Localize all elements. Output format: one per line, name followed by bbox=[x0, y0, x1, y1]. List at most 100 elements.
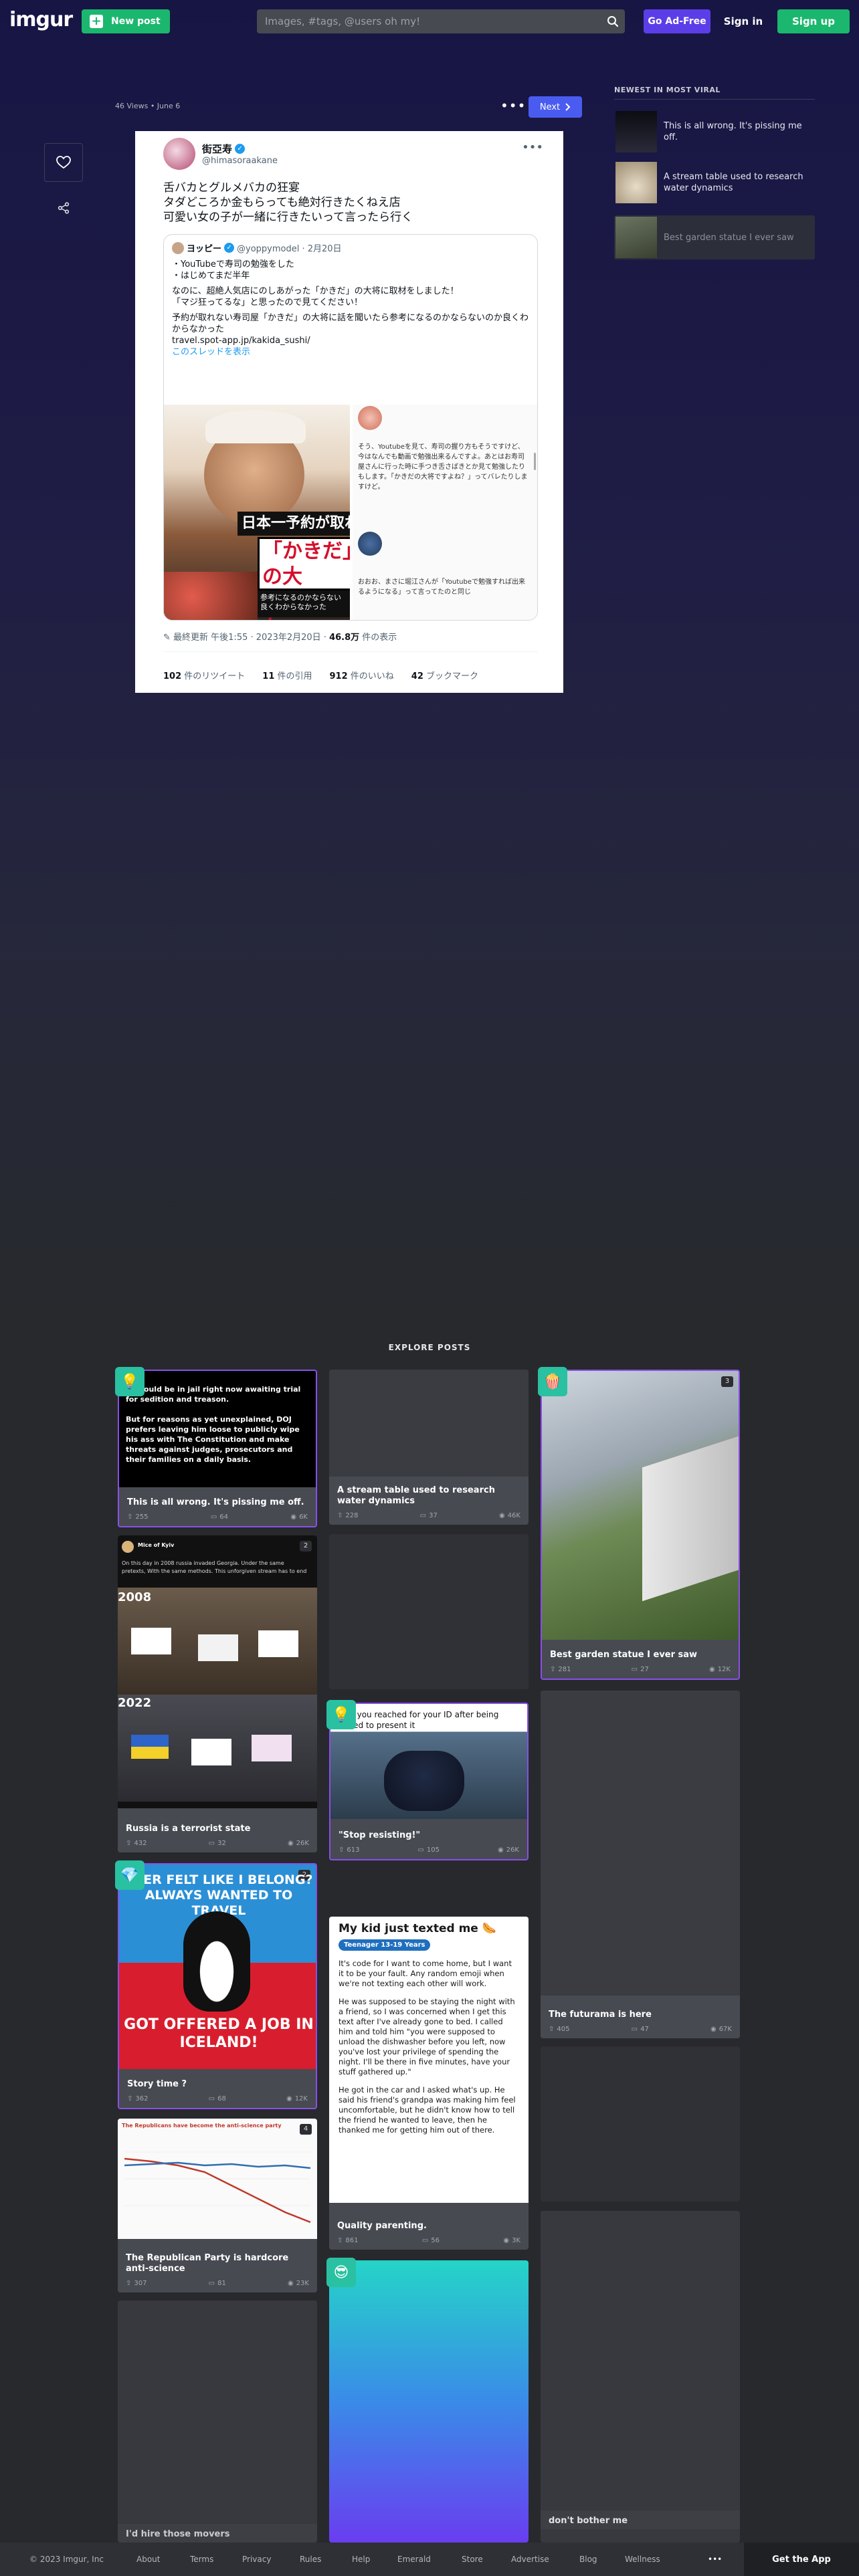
upvote-icon: ⇧ bbox=[126, 2280, 132, 2287]
next-post-button[interactable]: Next bbox=[529, 96, 582, 118]
comment-count: 56 bbox=[431, 2237, 440, 2244]
post-title: don't bother me bbox=[549, 2516, 628, 2526]
comment-icon: ▭ bbox=[419, 1512, 427, 1519]
go-ad-free-button[interactable]: Go Ad-Free bbox=[644, 9, 710, 33]
chart-title: The Republicans have become the anti-sci… bbox=[122, 2123, 282, 2129]
photo-2008: 2008 bbox=[118, 1588, 317, 1695]
post-card[interactable] bbox=[541, 2046, 740, 2202]
post-card[interactable] bbox=[329, 2260, 529, 2543]
comment-icon: ▭ bbox=[208, 2095, 215, 2103]
footer-link-rules[interactable]: Rules bbox=[300, 2555, 321, 2564]
post-card[interactable] bbox=[329, 1534, 529, 1689]
footer-link-emerald[interactable]: Emerald bbox=[397, 2555, 431, 2564]
footer-link-store[interactable]: Store bbox=[462, 2555, 483, 2564]
comment-icon: ▭ bbox=[631, 1666, 638, 1673]
post-card[interactable]: 2 EVER FELT LIKE I BELONG? ALWAYS WANTED… bbox=[118, 1863, 317, 2109]
sign-in-link[interactable]: Sign in bbox=[720, 9, 767, 33]
footer-link-blog[interactable]: Blog bbox=[579, 2555, 597, 2564]
views-icon: ◉ bbox=[497, 1846, 504, 1854]
footer-link-about[interactable]: About bbox=[136, 2555, 160, 2564]
post-thumbnail: My kid just texted me 🌭 Teenager 13-19 Y… bbox=[329, 1917, 529, 2203]
footer-link-advertise[interactable]: Advertise bbox=[511, 2555, 549, 2564]
tweet-timestamp: ✎ 最終更新 午後1:55 · 2023年2月20日 · 46.8万 件の表示 bbox=[163, 630, 397, 643]
search-input[interactable]: Images, #tags, @users oh my! bbox=[257, 15, 601, 27]
post-image[interactable]: 街亞寿 ✓ @himasoraakane ••• 舌バカとグルメバカの狂宴 タダど… bbox=[135, 131, 563, 693]
upvote-count: 281 bbox=[558, 1666, 571, 1673]
sign-up-button[interactable]: Sign up bbox=[777, 9, 850, 33]
post-card[interactable]: 2 Mice of Kyiv On this day in 2008 russi… bbox=[118, 1535, 317, 1852]
post-thumbnail bbox=[541, 2211, 740, 2543]
viral-thumbnail bbox=[615, 217, 657, 258]
get-the-app-button[interactable]: Get the App bbox=[744, 2543, 859, 2576]
quote-line: ・YouTubeで寿司の勉強をした bbox=[172, 259, 294, 270]
view-count: 12K bbox=[294, 2095, 308, 2103]
police-image bbox=[384, 1751, 464, 1811]
post-card[interactable]: ...should be in jail right now awaiting … bbox=[118, 1370, 317, 1527]
concrete-wall bbox=[642, 1434, 739, 1602]
post-thumbnail bbox=[329, 2260, 529, 2543]
interviewer-avatar bbox=[358, 532, 382, 556]
view-count: 46K bbox=[507, 1512, 520, 1519]
post-stats: ⇧ 281 ▭ 27 ◉ 12K bbox=[550, 1666, 731, 1673]
comment-icon: ▭ bbox=[208, 1840, 215, 1847]
divider bbox=[614, 99, 815, 100]
viral-thumbnail bbox=[615, 111, 657, 152]
post-card[interactable]: don't bother me bbox=[541, 2211, 740, 2543]
tag-badge: Teenager 13-19 Years bbox=[339, 1939, 431, 1951]
flag-sign bbox=[252, 1735, 292, 1761]
post-card[interactable]: My kid just texted me 🌭 Teenager 13-19 Y… bbox=[329, 1917, 529, 2250]
tweet-line: タダどころか金もらっても絶対行きたくねえ店 bbox=[163, 196, 401, 209]
sidebar-title: NEWEST IN MOST VIRAL bbox=[614, 86, 721, 94]
new-post-button[interactable]: + New post bbox=[82, 9, 170, 33]
tweet-stats: 102 件のリツイート 11 件の引用 912 件のいいね 42 ブックマーク bbox=[163, 669, 478, 681]
tweet-views-label: 件の表示 bbox=[359, 633, 397, 643]
imgur-logo[interactable]: imgur bbox=[9, 8, 73, 31]
quote-author-handle: @yoppymodel · 2月20日 bbox=[237, 244, 342, 254]
post-stats: ⇧ 307 ▭ 81 ◉ 23K bbox=[126, 2280, 309, 2287]
post-card[interactable]: I'd hire those movers bbox=[118, 2300, 317, 2543]
viral-item-title: A stream table used to research water dy… bbox=[664, 172, 803, 193]
viral-item[interactable]: A stream table used to research water dy… bbox=[614, 160, 815, 205]
upvote-icon: ⇧ bbox=[339, 1846, 345, 1854]
post-thumbnail: Me: you reached for your ID after being … bbox=[330, 1704, 527, 1819]
views-icon: ◉ bbox=[498, 1512, 505, 1519]
post-stats: ⇧ 255 ▭ 64 ◉ 6K bbox=[127, 1513, 308, 1521]
share-icon bbox=[58, 202, 70, 214]
footer-link-wellness[interactable]: Wellness bbox=[625, 2555, 660, 2564]
upvote-icon: ⇧ bbox=[549, 2026, 555, 2033]
comment-icon: ▭ bbox=[210, 1513, 217, 1521]
verified-icon: ✓ bbox=[224, 243, 235, 253]
post-card[interactable]: A stream table used to research water dy… bbox=[329, 1370, 529, 1525]
more-icon[interactable]: ••• bbox=[708, 2555, 722, 2564]
views-icon: ◉ bbox=[503, 2237, 510, 2244]
share-button[interactable] bbox=[51, 198, 76, 218]
like-count: 912 bbox=[329, 671, 348, 681]
footer-link-terms[interactable]: Terms bbox=[190, 2555, 213, 2564]
footer: © 2023 Imgur, Inc About Terms Privacy Ru… bbox=[0, 2543, 859, 2576]
heart-icon bbox=[56, 156, 71, 169]
post-title: The Republican Party is hardcore anti-sc… bbox=[126, 2253, 289, 2274]
post-meta: 46 Views • June 6 bbox=[115, 102, 181, 110]
image-count-badge: 2 bbox=[300, 1541, 312, 1551]
post-card[interactable]: The futurama is here ⇧ 405 ▭ 47 ◉ 67K bbox=[541, 1691, 740, 2038]
image-banner-2: 「かきだ」の大 話を聞いた bbox=[258, 537, 350, 620]
post-options-icon[interactable]: ••• bbox=[500, 98, 526, 114]
post-thumbnail: ...should be in jail right now awaiting … bbox=[119, 1371, 316, 1487]
search-icon[interactable] bbox=[601, 9, 625, 33]
view-count: 12K bbox=[717, 1666, 731, 1673]
post-card[interactable]: 3 Best garden statue I ever saw ⇧ 281 ▭ 27… bbox=[541, 1370, 740, 1680]
comment-count: 68 bbox=[217, 2095, 226, 2103]
post-card[interactable]: Me: you reached for your ID after being … bbox=[329, 1703, 529, 1860]
lightbulb-icon: 💡 bbox=[326, 1700, 356, 1729]
footer-link-help[interactable]: Help bbox=[352, 2555, 370, 2564]
retweet-count: 102 bbox=[163, 671, 182, 681]
post-card[interactable]: 4 The Republicans have become the anti-s… bbox=[118, 2119, 317, 2292]
favorite-button[interactable] bbox=[44, 143, 83, 182]
views-icon: ◉ bbox=[710, 2026, 717, 2033]
viral-item[interactable]: Best garden statue I ever saw bbox=[614, 215, 815, 259]
footer-link-privacy[interactable]: Privacy bbox=[242, 2555, 271, 2564]
views-icon: ◉ bbox=[287, 2280, 294, 2287]
search-bar[interactable]: Images, #tags, @users oh my! bbox=[257, 9, 625, 33]
viral-item[interactable]: This is all wrong. It's pissing me off. bbox=[614, 110, 815, 154]
views-icon: ◉ bbox=[290, 1513, 297, 1521]
